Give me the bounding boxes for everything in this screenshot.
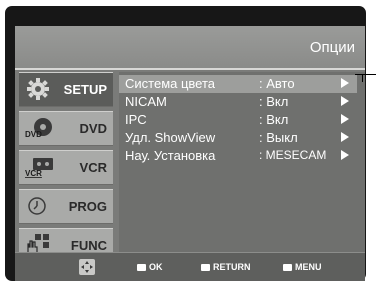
- menu-item-label: Система цвета: [125, 76, 216, 91]
- menu-hint: MENU: [283, 262, 322, 272]
- footer-bar: OK RETURN MENU: [15, 252, 365, 281]
- ok-hint: OK: [137, 262, 163, 272]
- vcr-cassette-icon: VCR: [25, 158, 53, 178]
- tab-prog-label: PROG: [68, 199, 107, 214]
- options-menu: Система цвета : Авто NICAM : Вкл IPC : В…: [119, 72, 365, 252]
- return-key-icon: [201, 264, 210, 272]
- menu-item-value: : Вкл: [259, 94, 289, 109]
- svg-text:DVD: DVD: [25, 130, 42, 139]
- menu-item-value: : Вкл: [259, 112, 289, 127]
- page-title: Опции: [309, 39, 355, 56]
- menu-item-label: NICAM: [125, 94, 167, 109]
- menu-item-ipc[interactable]: IPC : Вкл: [119, 111, 357, 129]
- menu-item-label: Удл. ShowView: [125, 130, 216, 145]
- tab-setup[interactable]: SETUP: [19, 72, 113, 107]
- tab-prog[interactable]: PROG: [19, 189, 113, 224]
- arrow-right-icon: [341, 132, 349, 142]
- tab-dvd[interactable]: DVD DVD: [19, 111, 113, 146]
- svg-text:VCR: VCR: [25, 169, 42, 178]
- arrow-right-icon: [341, 78, 349, 88]
- osd-screen: Опции SETUP DVD DVD VCR VCR PROG FUNC Си…: [15, 26, 365, 281]
- menu-item-value: : MESECAM: [259, 148, 327, 162]
- menu-item-color-system[interactable]: Система цвета : Авто: [119, 75, 357, 93]
- menu-item-nicam[interactable]: NICAM : Вкл: [119, 93, 357, 111]
- tv-frame: Опции SETUP DVD DVD VCR VCR PROG FUNC Си…: [5, 6, 366, 281]
- menu-item-value: : Авто: [259, 76, 295, 91]
- clock-icon: [28, 197, 46, 215]
- tab-func-label: FUNC: [70, 238, 107, 253]
- menu-item-extended-showview[interactable]: Удл. ShowView : Выкл: [119, 129, 357, 147]
- menu-item-label: Нау. Установка: [125, 148, 216, 163]
- arrow-right-icon: [341, 114, 349, 124]
- dvd-disc-icon: DVD: [25, 118, 52, 139]
- menu-key-icon: [283, 264, 292, 272]
- arrow-right-icon: [341, 150, 349, 160]
- navigation-pad-icon: [79, 259, 95, 275]
- callout-line: [355, 74, 376, 75]
- callout-line-tick: [362, 74, 363, 82]
- menu-item-auto-setup[interactable]: Нау. Установка : MESECAM: [119, 147, 357, 165]
- menu-item-value: : Выкл: [259, 130, 298, 145]
- tab-dvd-label: DVD: [79, 121, 107, 136]
- gear-icon: [27, 78, 49, 100]
- tab-vcr-label: VCR: [79, 160, 107, 175]
- header-bar: Опции: [15, 26, 365, 68]
- tab-vcr[interactable]: VCR VCR: [19, 150, 113, 185]
- side-tabs: SETUP DVD DVD VCR VCR PROG FUNC: [19, 72, 113, 267]
- return-hint: RETURN: [201, 262, 251, 272]
- tab-setup-label: SETUP: [63, 82, 107, 97]
- enter-key-icon: [137, 264, 146, 272]
- menu-item-label: IPC: [125, 112, 147, 127]
- arrow-right-icon: [341, 96, 349, 106]
- header-divider: [15, 68, 365, 70]
